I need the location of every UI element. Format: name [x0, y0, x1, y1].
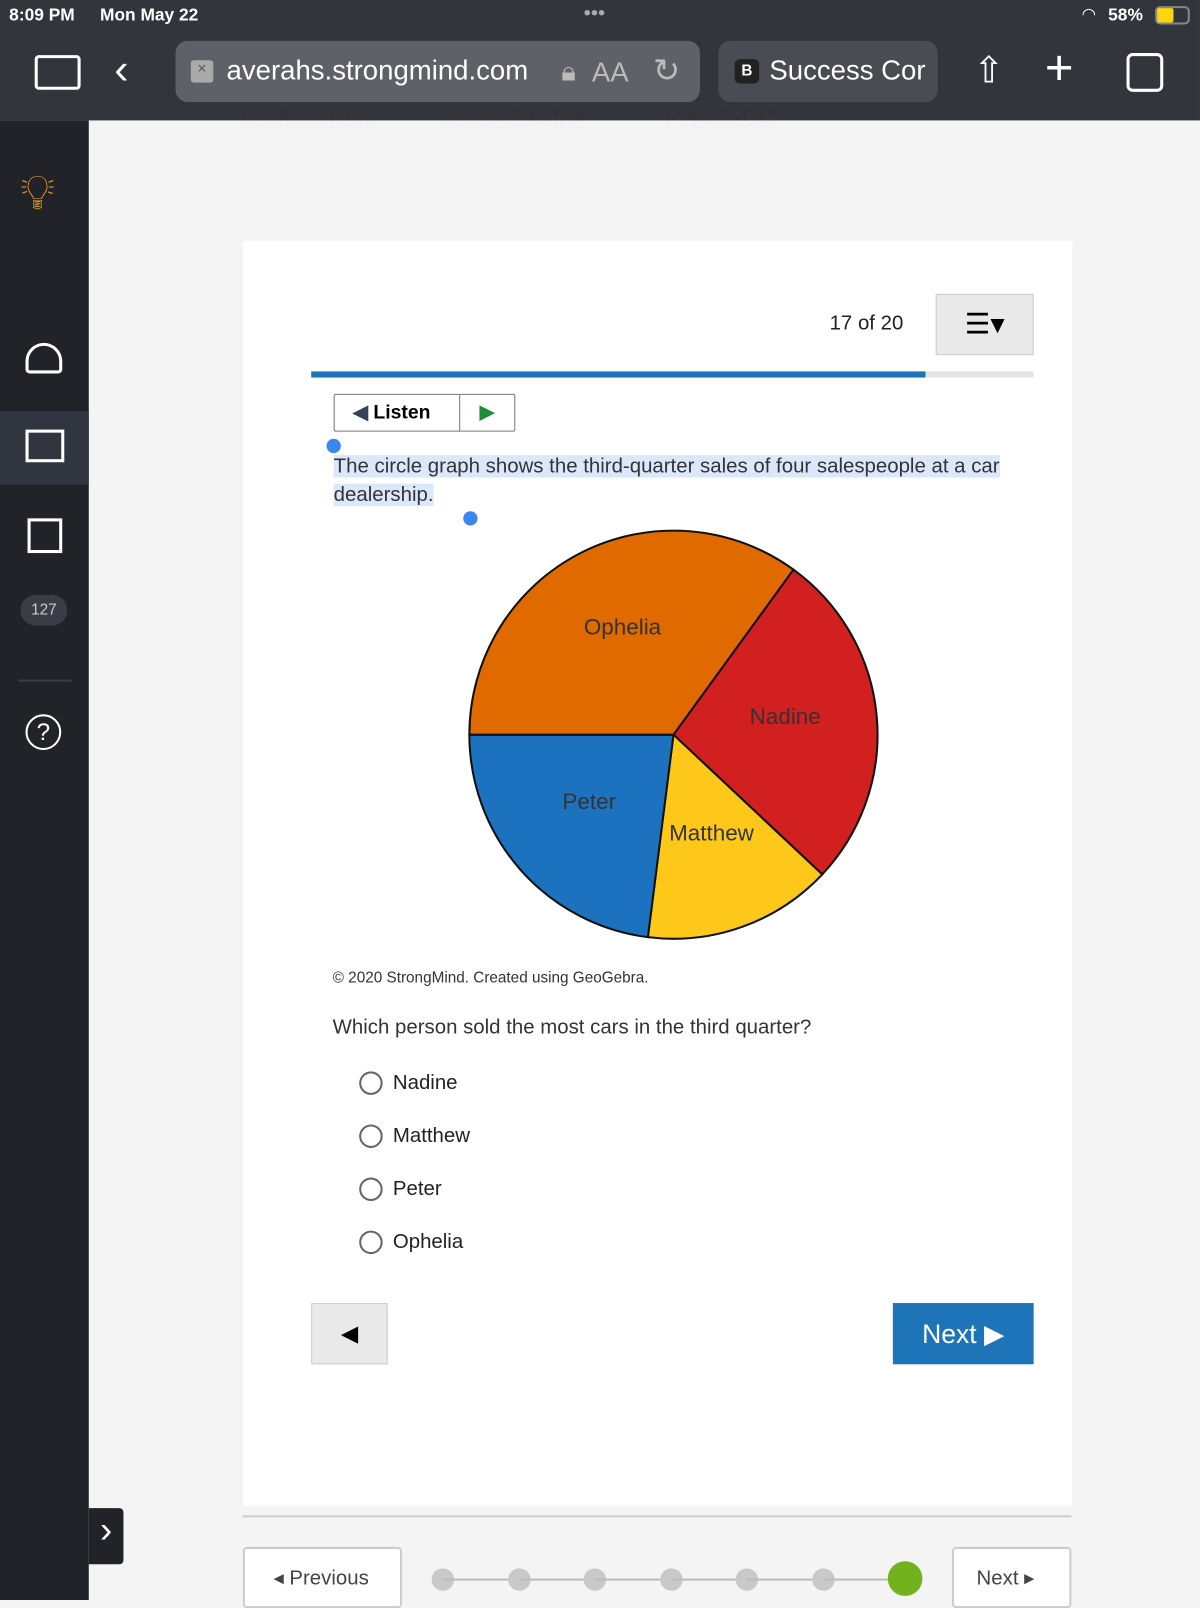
radio-button[interactable]	[359, 1177, 383, 1202]
address-bar[interactable]: × averahs.strongmind.com 🔒︎ AA ↻	[175, 40, 700, 103]
progress-bar	[311, 371, 1034, 378]
speaker-icon: ◀︎	[353, 402, 368, 424]
tab-favicon: B	[734, 59, 760, 84]
sidebar-toggle-icon[interactable]	[34, 55, 81, 90]
previous-question-button[interactable]: ◀	[311, 1303, 388, 1365]
caret-left-icon: ◀	[340, 1320, 359, 1346]
bookmark-strongminded[interactable]: StrongMinded	[444, 105, 584, 120]
question-list-menu[interactable]: ☰▾	[935, 293, 1034, 356]
option-matthew[interactable]: Matthew	[359, 1124, 470, 1148]
footer-divider	[242, 1515, 1072, 1518]
pie-slice-peter	[468, 733, 675, 939]
caret-right-icon: ▶	[984, 1318, 1005, 1349]
sidebar: 💡︎ 127 ? ›	[0, 120, 124, 1600]
calendar-icon[interactable]	[27, 518, 63, 554]
battery-level: 58%	[1108, 5, 1143, 25]
pie-chart: Nadine Matthew Peter Ophelia	[468, 529, 879, 940]
radio-button[interactable]	[359, 1124, 383, 1148]
play-icon[interactable]: ▶	[460, 395, 514, 431]
sidebar-item-courses[interactable]	[0, 411, 89, 485]
selection-handle-start[interactable]	[326, 438, 341, 454]
mail-count-badge: 127	[20, 594, 68, 626]
question-text: Which person sold the most cars in the t…	[332, 1016, 812, 1039]
lock-icon: 🔒︎	[561, 56, 576, 87]
browser-chrome: 8:09 PM Mon May 22 ••• ◠ 58% ‹ × averahs…	[0, 0, 1200, 121]
option-label: Peter	[392, 1177, 442, 1200]
next-question-button[interactable]: Next ▶	[892, 1303, 1034, 1365]
listen-control: ◀︎ Listen ▶	[333, 393, 516, 432]
tabs-overview-icon[interactable]	[1126, 53, 1164, 92]
tab-title: Success Cor	[769, 55, 926, 86]
multitask-dots-icon[interactable]: •••	[584, 2, 605, 25]
status-date: Mon May 22	[99, 5, 199, 25]
radio-button[interactable]	[359, 1230, 383, 1255]
lightbulb-icon[interactable]: 💡︎	[20, 165, 54, 222]
pie-label-peter: Peter	[562, 789, 616, 814]
book-icon	[25, 429, 65, 463]
sidebar-divider	[18, 679, 72, 682]
share-icon[interactable]: ⇧	[973, 49, 1004, 92]
expand-sidebar-icon[interactable]: ›	[88, 1508, 124, 1565]
option-nadine[interactable]: Nadine	[359, 1071, 458, 1095]
next-label: Next	[922, 1318, 977, 1349]
reload-icon[interactable]: ↻	[653, 51, 680, 90]
stepper-line	[746, 1578, 823, 1581]
option-ophelia[interactable]: Ophelia	[359, 1230, 464, 1255]
reader-aa-button[interactable]: AA	[592, 57, 629, 89]
question-prompt: The circle graph shows the third-quarter…	[333, 455, 1000, 507]
new-tab-icon[interactable]: +	[1045, 41, 1074, 97]
bookmark-conferences[interactable]: Conferences	[243, 105, 370, 120]
stepper-line	[594, 1578, 671, 1581]
tab-success[interactable]: B Success Cor	[718, 40, 938, 103]
url-text: averahs.strongmind.com	[226, 55, 529, 86]
option-label: Nadine	[392, 1071, 458, 1094]
stepper-dot-current[interactable]	[887, 1561, 923, 1596]
option-label: Matthew	[392, 1124, 470, 1147]
pie-label-matthew: Matthew	[669, 820, 755, 845]
wifi-icon: ◠	[1081, 6, 1096, 24]
footer-previous-button[interactable]: ◂ Previous	[242, 1546, 403, 1608]
list-icon: ☰▾	[964, 308, 1005, 340]
mail-icon[interactable]: 127	[20, 594, 68, 641]
battery-icon	[1155, 6, 1190, 25]
radio-button[interactable]	[359, 1071, 383, 1095]
stepper-line	[442, 1578, 519, 1581]
page-stepper	[431, 1561, 932, 1596]
option-peter[interactable]: Peter	[359, 1177, 442, 1202]
footer-next-button[interactable]: Next ▸	[952, 1546, 1072, 1608]
bookmark-planetmath[interactable]: PlanetMath	[665, 105, 779, 120]
question-counter: 17 of 20	[829, 312, 904, 335]
dashboard-icon[interactable]	[25, 342, 63, 374]
status-time: 8:09 PM	[9, 5, 75, 25]
site-icon: ×	[190, 60, 214, 83]
pie-label-nadine: Nadine	[750, 704, 821, 729]
listen-button[interactable]: ◀︎ Listen	[335, 394, 461, 431]
image-credit: © 2020 StrongMind. Created using GeoGebr…	[332, 969, 649, 987]
listen-label: Listen	[373, 402, 431, 424]
option-label: Ophelia	[392, 1230, 464, 1254]
help-icon[interactable]: ?	[25, 714, 62, 750]
progress-fill	[311, 371, 926, 378]
pie-label-ophelia: Ophelia	[584, 615, 662, 640]
back-icon[interactable]: ‹	[114, 45, 128, 94]
